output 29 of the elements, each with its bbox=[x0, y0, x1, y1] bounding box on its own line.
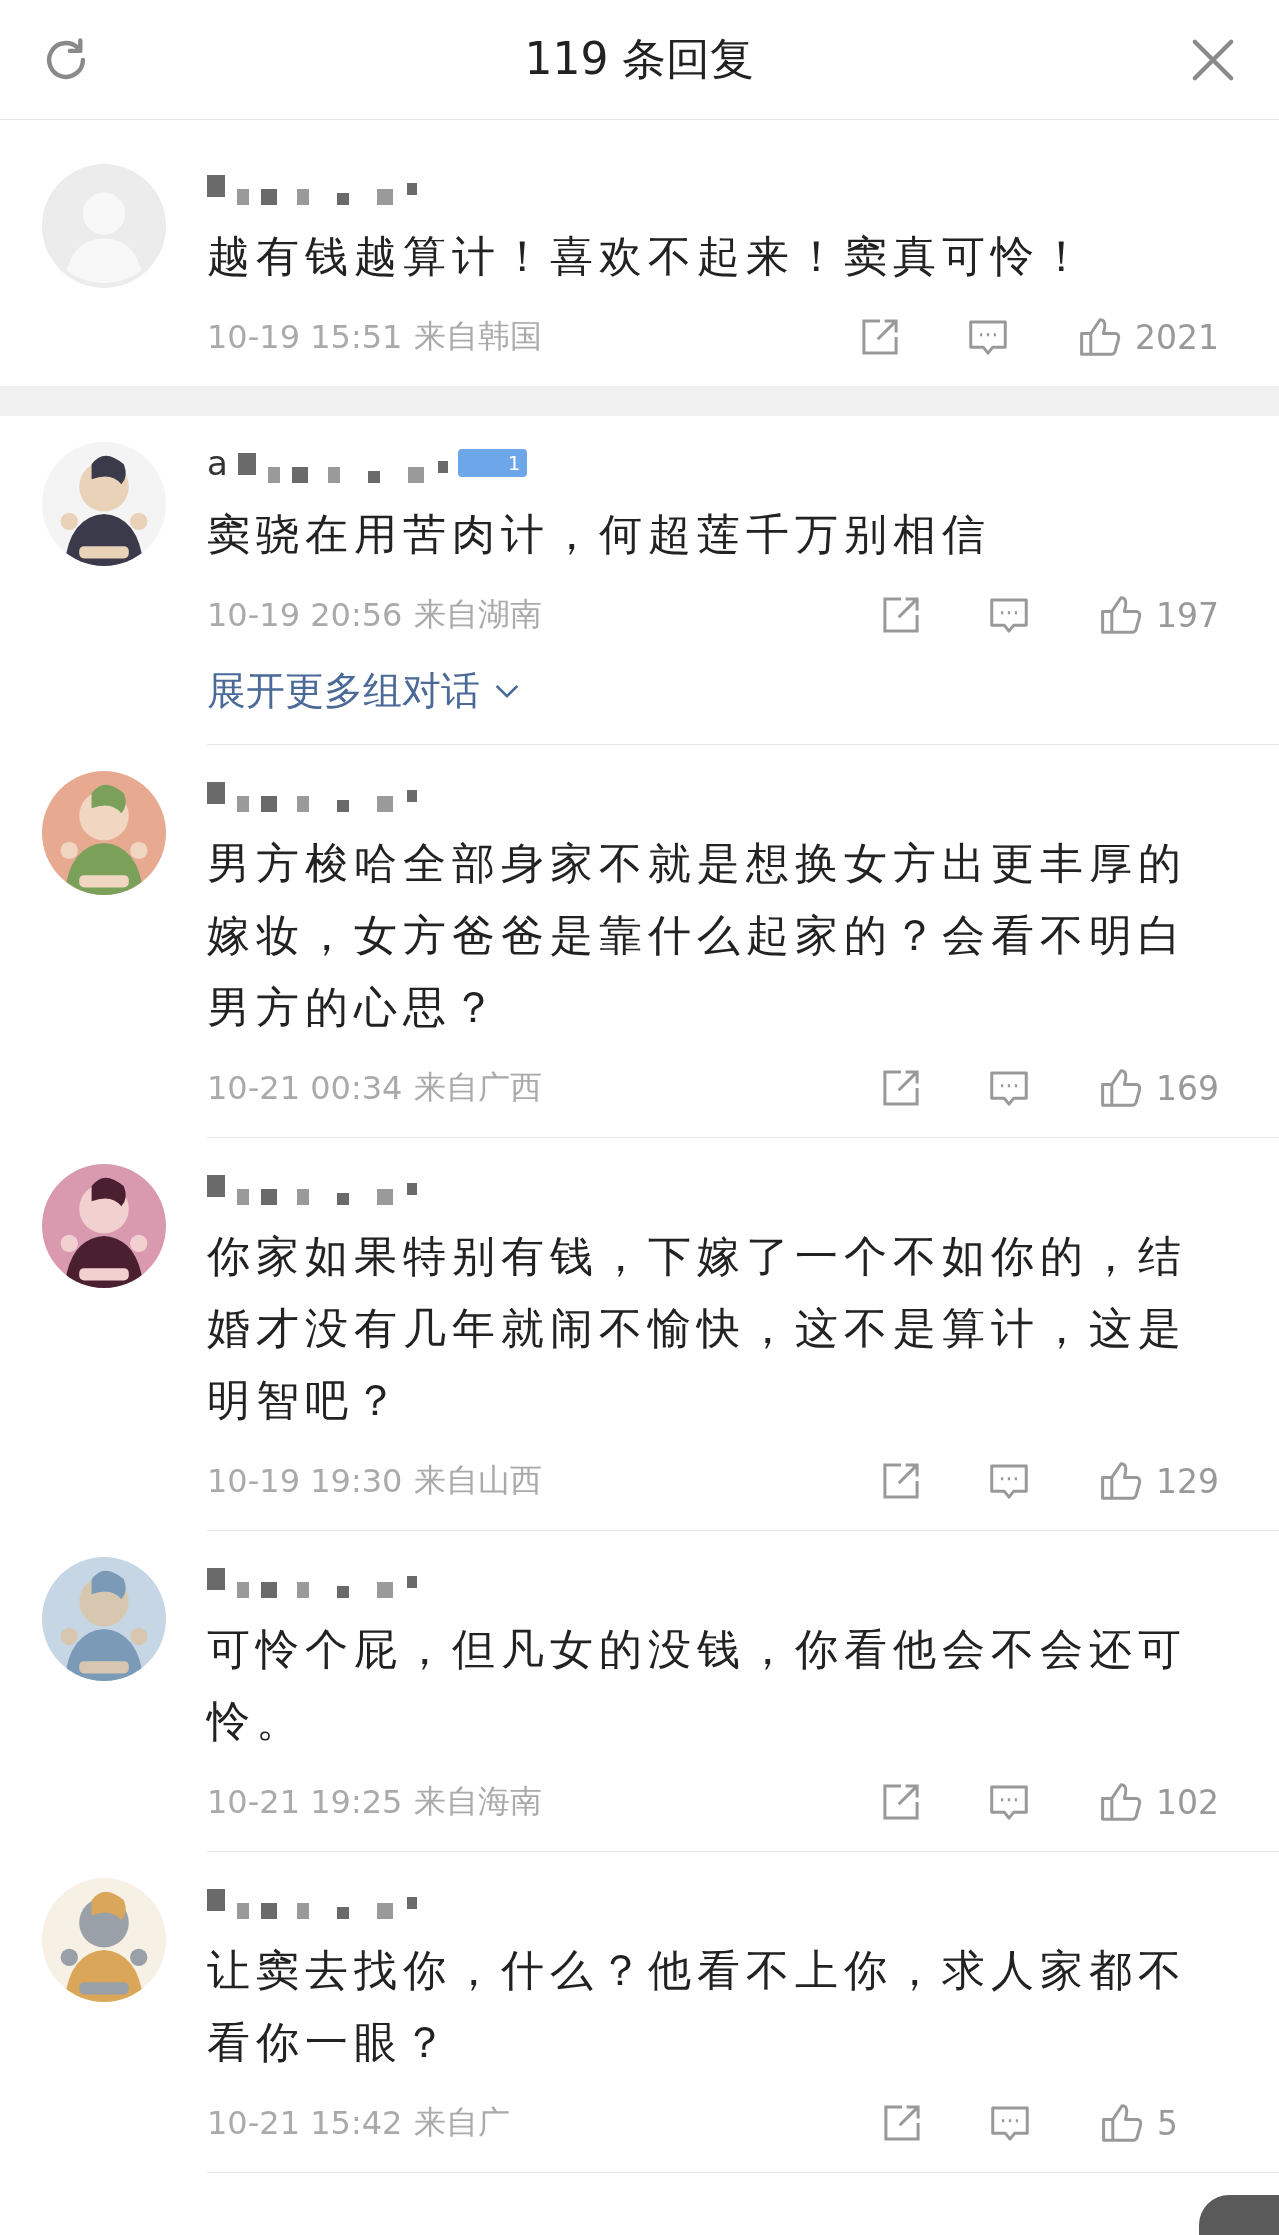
comment-location: 来自山西 bbox=[414, 1460, 543, 1501]
like-count: 169 bbox=[1156, 1068, 1219, 1108]
comment-text: 让窦去找你，什么？他看不上你，求人家都不看你一眼？ bbox=[207, 1944, 1188, 2069]
comment-time: 10-19 19:30 bbox=[207, 1462, 403, 1500]
expand-link[interactable]: 展开更多组对话 bbox=[207, 664, 520, 718]
username[interactable]: a bbox=[207, 443, 228, 483]
comment-time: 10-21 15:42 bbox=[207, 2104, 403, 2142]
comment-location: 来自韩国 bbox=[414, 316, 543, 357]
header-title: 119 条回复 bbox=[524, 32, 755, 86]
comment-location: 来自湖南 bbox=[414, 594, 543, 635]
comment-time: 10-21 00:34 bbox=[207, 1069, 403, 1107]
comment-time: 10-19 20:56 bbox=[207, 596, 403, 634]
comment-text: 你家如果特别有钱，下嫁了一个不如你的，结婚才没有几年就闹不愉快，这不是算计，这是明智吧？ bbox=[207, 1230, 1188, 1427]
chevron-down-icon bbox=[494, 683, 520, 699]
like-count: 197 bbox=[1156, 595, 1219, 635]
like-count: 2021 bbox=[1135, 317, 1219, 357]
comment-text: 男方梭哈全部身家不就是想换女方出更丰厚的嫁妆，女方爸爸是靠什么起家的？会看不明白男方的心思？ bbox=[207, 837, 1188, 1034]
badge: 1 bbox=[457, 449, 527, 477]
comment-location: 来自广 bbox=[414, 2102, 511, 2143]
like-count: 102 bbox=[1156, 1782, 1219, 1822]
comment-text: 窦骁在用苦肉计，何超莲千万别相信 bbox=[207, 508, 992, 561]
comment-location: 来自海南 bbox=[414, 1781, 543, 1822]
comment-location: 来自广西 bbox=[414, 1067, 543, 1108]
comment-text: 越有钱越算计！喜欢不起来！窦真可怜！ bbox=[207, 230, 1090, 283]
comment-text: 可怜个屁，但凡女的没钱，你看他会不会还可怜。 bbox=[207, 1623, 1188, 1748]
comment-time: 10-19 15:51 bbox=[207, 318, 403, 356]
comment-time: 10-21 19:25 bbox=[207, 1783, 403, 1821]
like-count: 5 bbox=[1157, 2103, 1179, 2143]
like-count: 129 bbox=[1156, 1461, 1219, 1501]
